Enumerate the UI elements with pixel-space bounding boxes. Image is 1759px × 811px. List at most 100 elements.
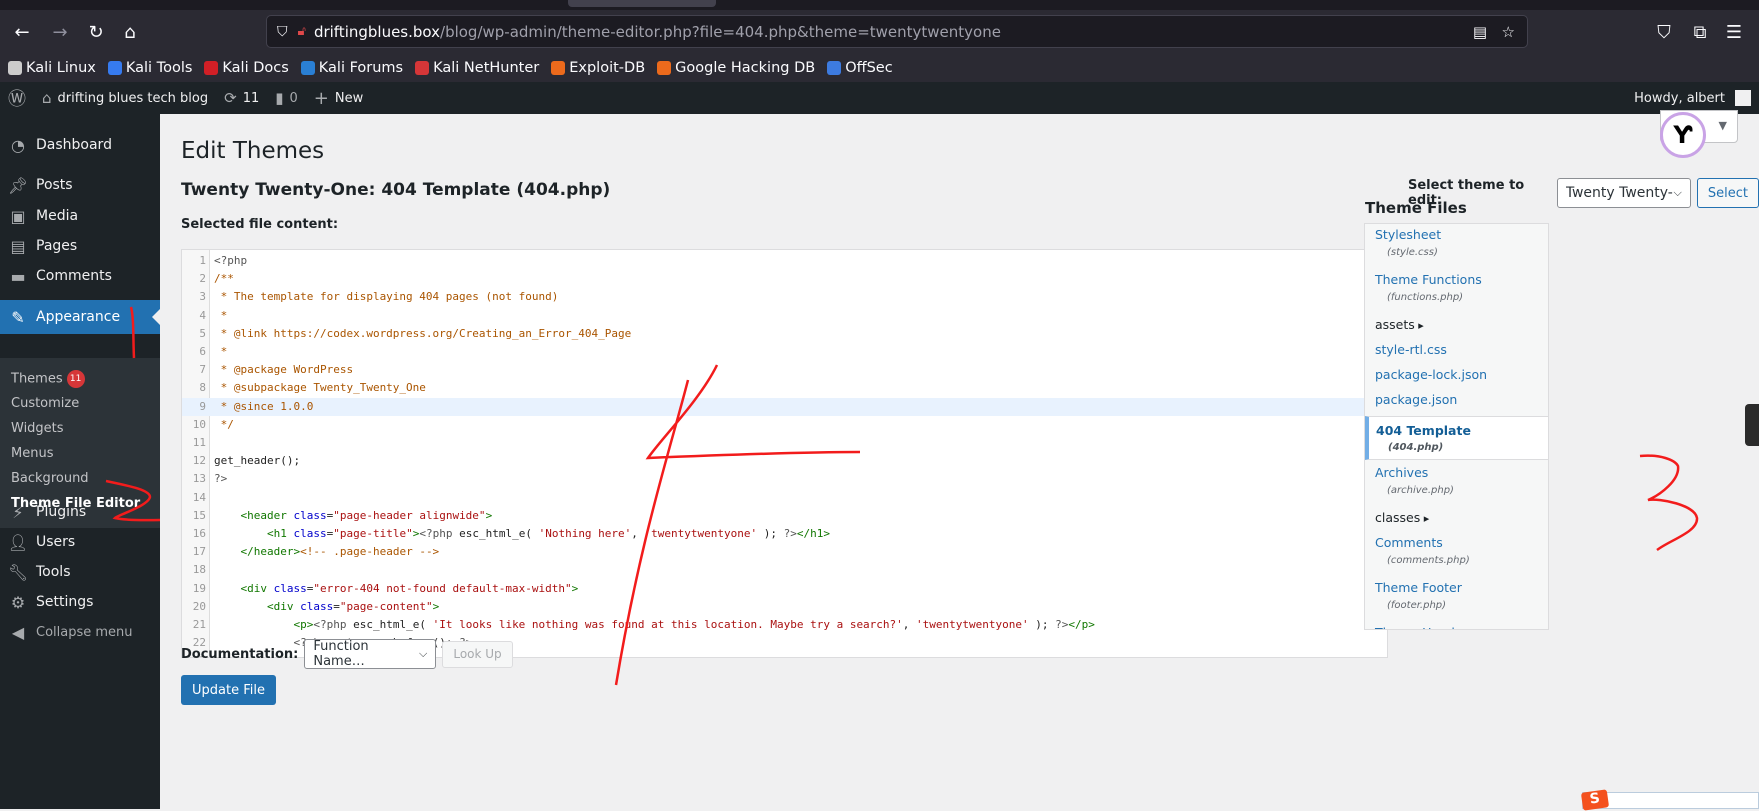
function-name-select[interactable]: Function Name… ⌵ <box>304 639 437 669</box>
sidebar-item-media[interactable]: ▣ Media <box>0 199 160 233</box>
submenu-item-menus[interactable]: Menus <box>11 446 53 461</box>
theme-file[interactable]: Theme Functions (functions.php) <box>1375 272 1482 303</box>
menu-icon[interactable]: ☰ <box>1720 18 1748 46</box>
submenu-item-label: Customize <box>11 396 80 411</box>
extensions-icon[interactable]: ⧉ <box>1686 18 1714 46</box>
theme-folder[interactable]: assets ▸ <box>1375 317 1424 332</box>
sidebar-item-label: Posts <box>36 177 73 193</box>
browser-tab[interactable] <box>568 0 716 7</box>
sidebar-item-label: Pages <box>36 238 78 254</box>
reload-icon[interactable]: ↻ <box>82 18 110 46</box>
documentation-row: Documentation: Function Name… ⌵ Look Up <box>181 639 513 669</box>
submenu-item-background[interactable]: Background <box>11 471 89 486</box>
code-line: 9 * @since 1.0.0 <box>182 397 1387 416</box>
sidebar-item-appearance[interactable]: ✎ Appearance <box>0 300 160 334</box>
line-number: 21 <box>192 618 206 631</box>
sidebar-item-plugins[interactable]: ⚡︎ Plugins <box>0 495 160 529</box>
submenu-item-themes[interactable]: Themes 11 <box>11 370 85 388</box>
theme-folder[interactable]: classes ▸ <box>1375 510 1429 525</box>
home-icon[interactable]: ⌂ <box>116 18 144 46</box>
theme-file[interactable]: Comments (comments.php) <box>1375 535 1470 566</box>
sidebar-item-tools[interactable]: 🔧︎ Tools <box>0 555 160 589</box>
code-editor[interactable]: 1 <?php 2 /** 3 * The template for displayin… <box>181 249 1388 658</box>
folder-label: classes <box>1375 510 1421 525</box>
insecure-lock-icon[interactable]: 🔓︎ <box>298 24 306 39</box>
code-line: 11 <box>182 434 1387 452</box>
line-number: 14 <box>192 490 206 504</box>
code-token: class <box>293 527 327 540</box>
url-bar[interactable]: ⛉ 🔓︎ driftingblues.box/blog/wp-admin/the… <box>266 15 1528 48</box>
new-content-link[interactable]: + New <box>306 82 371 114</box>
updates-link[interactable]: ⟳ 11 <box>216 82 267 114</box>
theme-file[interactable]: Stylesheet (style.css) <box>1375 227 1441 258</box>
bookmark-offsec[interactable]: OffSec <box>827 60 893 76</box>
bookmark-kali-linux[interactable]: Kali Linux <box>8 60 96 76</box>
theme-file-name: (comments.php) <box>1387 555 1470 566</box>
theme-file[interactable]: Archives (archive.php) <box>1375 465 1454 496</box>
wrench-icon: 🔧︎ <box>7 562 29 582</box>
sidebar-item-comments[interactable]: ▬ Comments <box>0 259 160 293</box>
line-number: 4 <box>199 308 206 322</box>
sidebar-item-dashboard[interactable]: ◔ Dashboard <box>0 128 160 162</box>
select-theme-button[interactable]: Select <box>1696 178 1759 208</box>
theme-file-active[interactable]: 404 Template (404.php) <box>1365 416 1548 460</box>
comments-link[interactable]: ▮ 0 <box>267 82 306 114</box>
theme-file[interactable]: Theme Header(header.php) <box>1375 625 1468 629</box>
sogou-ime-icon[interactable]: S <box>1580 789 1610 811</box>
shield-icon[interactable]: ⛉ <box>277 24 288 40</box>
line-number: 3 <box>199 290 206 304</box>
theme-file-name: (404.php) <box>1388 442 1444 453</box>
update-file-button[interactable]: Update File <box>181 675 276 705</box>
submenu-item-customize[interactable]: Customize <box>11 396 79 411</box>
bookmark-label: OffSec <box>845 59 893 76</box>
theme-file-label: Theme Header <box>1375 625 1468 629</box>
bookmark-kali-docs[interactable]: Kali Docs <box>204 60 289 76</box>
code-token: ); <box>1028 618 1056 631</box>
caret-down-icon: ▼ <box>1718 119 1727 132</box>
sidebar-item-users[interactable]: 👤︎ Users <box>0 525 160 559</box>
bookmark-kali-nethunter[interactable]: Kali NetHunter <box>415 60 539 76</box>
theme-file[interactable]: package-lock.json <box>1375 367 1487 382</box>
line-number: 19 <box>192 581 206 595</box>
line-number: 12 <box>192 454 206 468</box>
pocket-icon[interactable]: ⛉ <box>1650 18 1678 46</box>
submenu-item-label: Background <box>11 471 89 486</box>
wp-logo-button[interactable]: Ⓦ <box>0 82 34 114</box>
code-line: 21 <p><?php esc_html_e( 'It looks like n… <box>182 616 1387 634</box>
documentation-label: Documentation: <box>181 646 299 662</box>
bookmark-kali-tools[interactable]: Kali Tools <box>107 60 192 76</box>
side-scroll-widget[interactable] <box>1745 404 1759 446</box>
bookmark-kali-forums[interactable]: Kali Forums <box>300 60 403 76</box>
bookmark-google-hacking-db[interactable]: Google Hacking DB <box>657 60 815 76</box>
forward-icon[interactable]: → <box>46 18 74 46</box>
theme-file[interactable]: Theme Footer (footer.php) <box>1375 580 1462 611</box>
ime-toolbar[interactable] <box>1582 792 1759 809</box>
floating-extension-logo-icon[interactable]: Ƴ <box>1660 112 1706 158</box>
sidebar-item-label: Dashboard <box>36 137 112 153</box>
bookmark-star-icon[interactable]: ☆ <box>1502 23 1515 41</box>
theme-file[interactable]: style-rtl.css <box>1375 342 1447 357</box>
theme-file[interactable]: package.json <box>1375 392 1457 407</box>
theme-select[interactable]: Twenty Twenty-One⌵ <box>1556 178 1691 208</box>
kali-dragon-icon <box>8 60 22 75</box>
site-name-link[interactable]: ⌂ drifting blues tech blog <box>34 82 216 114</box>
sidebar-item-settings[interactable]: ⚙ Settings <box>0 585 160 619</box>
submenu-item-widgets[interactable]: Widgets <box>11 421 64 436</box>
bookmark-exploit-db[interactable]: Exploit-DB <box>551 60 645 76</box>
bookmark-label: Google Hacking DB <box>675 59 816 76</box>
look-up-button[interactable]: Look Up <box>442 640 513 668</box>
comment-icon: ▬ <box>10 266 26 286</box>
code-token: > <box>485 508 493 522</box>
reader-view-icon[interactable]: ▤ <box>1473 23 1487 41</box>
line-number: 7 <box>199 363 206 377</box>
sidebar-item-posts[interactable]: 📌︎ Posts <box>0 168 160 202</box>
theme-file-label: style-rtl.css <box>1375 342 1447 357</box>
bookmark-label: Kali Linux <box>26 59 96 76</box>
sidebar-item-collapse-menu[interactable]: ◀ Collapse menu <box>0 615 160 649</box>
back-icon[interactable]: ← <box>8 18 36 46</box>
code-token: */ <box>214 417 234 431</box>
sidebar-item-pages[interactable]: ▤ Pages <box>0 229 160 263</box>
code-token: ?> <box>1055 618 1069 631</box>
bookmarks-bar: Kali Linux Kali Tools Kali Docs Kali Forums… <box>0 53 1759 82</box>
